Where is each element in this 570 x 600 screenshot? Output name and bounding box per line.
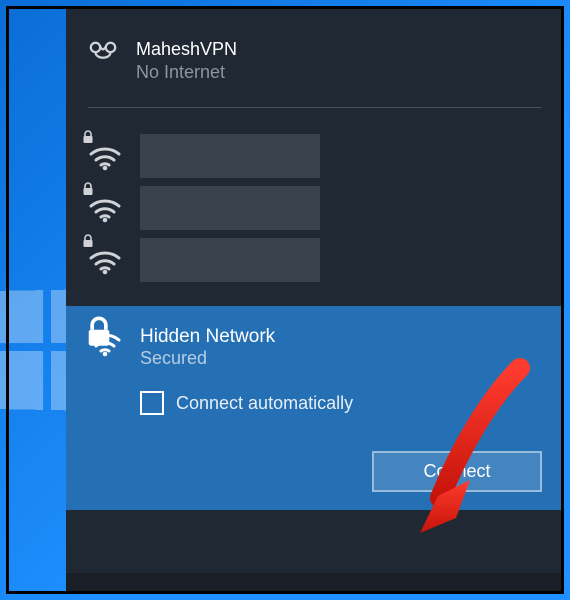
network-flyout-panel: MaheshVPN No Internet [66,9,564,591]
panel-bottom-strip [66,573,564,591]
vpn-status: No Internet [136,62,237,83]
wifi-item[interactable] [88,234,542,286]
lock-icon [82,182,94,196]
vpn-icon [88,39,118,69]
connect-button[interactable]: Connect [372,451,542,492]
selected-network-panel: Hidden Network Secured Connect automatic… [66,306,564,510]
wifi-secured-icon [88,326,122,358]
wifi-secured-icon [88,140,122,172]
wifi-ssid-redacted [140,134,320,178]
connect-automatically-checkbox[interactable]: Connect automatically [140,391,542,415]
wifi-item[interactable] [88,182,542,234]
wifi-item[interactable] [88,130,542,182]
vpn-row: MaheshVPN No Internet [66,9,564,103]
lock-icon [82,130,94,144]
selected-network-header[interactable]: Hidden Network Secured [88,326,542,369]
wifi-list [66,108,564,296]
vpn-name: MaheshVPN [136,39,237,60]
lock-icon [82,234,94,248]
wifi-secured-icon [88,244,122,276]
selected-network-name: Hidden Network [140,326,275,348]
checkbox-unchecked-icon [140,391,164,415]
wifi-ssid-redacted [140,186,320,230]
checkbox-label: Connect automatically [176,393,353,414]
selected-network-status: Secured [140,348,275,369]
lock-icon [82,316,94,330]
wifi-secured-icon [88,192,122,224]
wifi-ssid-redacted [140,238,320,282]
